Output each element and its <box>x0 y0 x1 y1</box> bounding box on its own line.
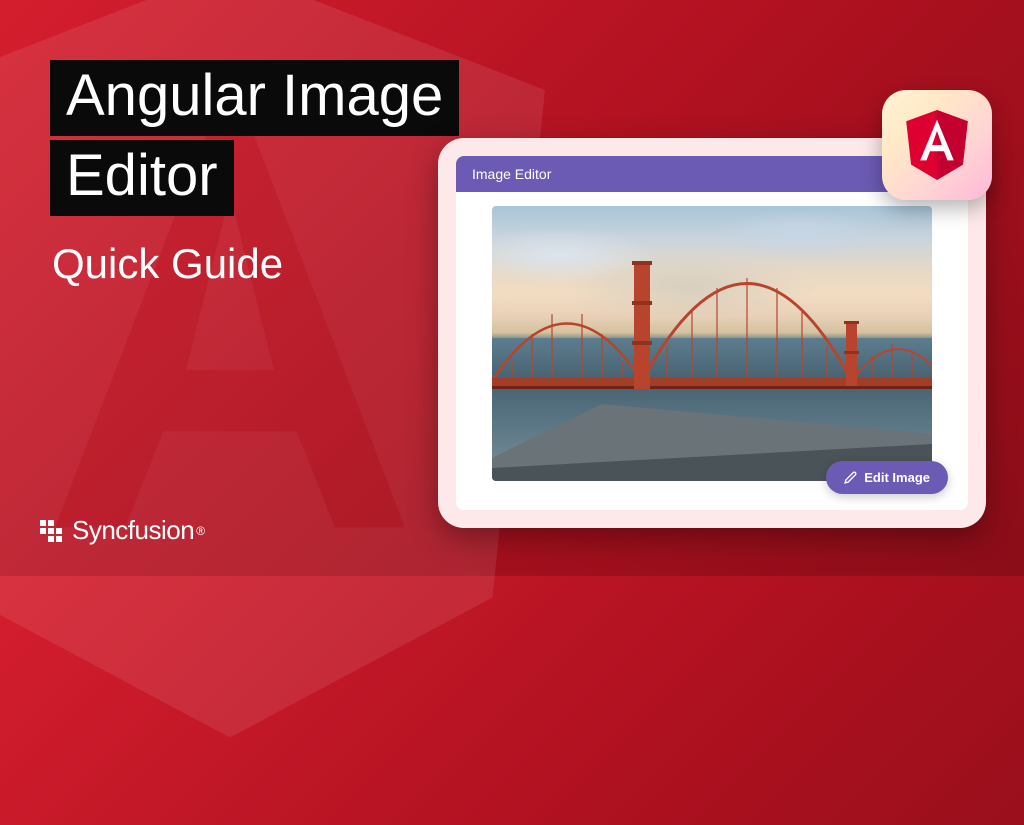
bridge-illustration <box>492 206 932 481</box>
angular-badge <box>882 90 992 200</box>
app-header-title: Image Editor <box>472 166 551 182</box>
subtitle: Quick Guide <box>52 240 283 288</box>
title-block: Angular Image Editor <box>50 60 459 220</box>
registered-mark: ® <box>196 524 205 538</box>
app-window: Image Editor <box>456 156 968 510</box>
edit-image-button[interactable]: Edit Image <box>826 461 948 494</box>
brand-logo: Syncfusion ® <box>40 515 205 546</box>
editor-image[interactable] <box>492 206 932 481</box>
brand-name: Syncfusion <box>72 515 194 546</box>
title-line-2: Editor <box>50 140 234 216</box>
edit-button-label: Edit Image <box>864 470 930 485</box>
image-canvas-area <box>456 192 968 495</box>
syncfusion-grid-icon <box>40 520 62 542</box>
title-line-1: Angular Image <box>50 60 459 136</box>
angular-logo-icon <box>902 107 972 183</box>
pencil-icon <box>844 471 857 484</box>
